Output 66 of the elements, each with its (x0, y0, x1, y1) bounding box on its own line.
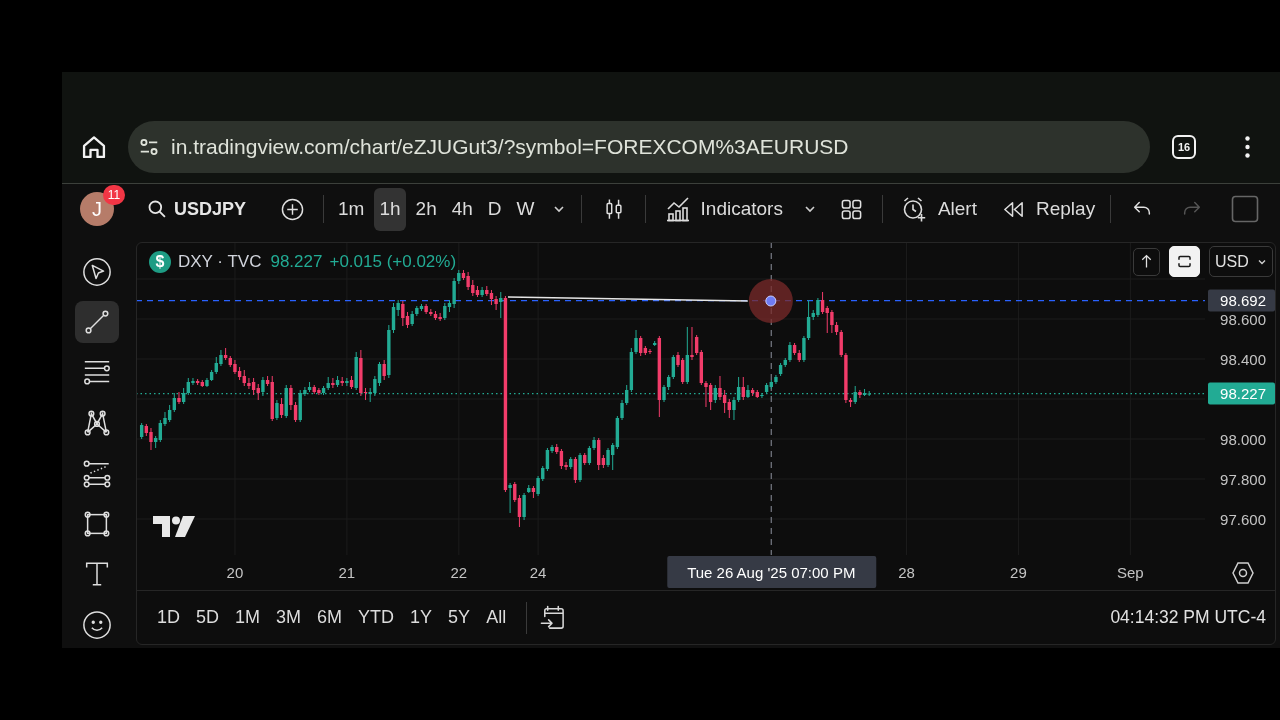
scroll-button[interactable] (1133, 247, 1160, 276)
timeframe-tab[interactable]: D (482, 187, 507, 231)
fit-screen-icon (1176, 253, 1193, 270)
settings-icon[interactable] (1232, 562, 1254, 584)
price-label: 98.600 (1220, 310, 1266, 328)
date-label: Sep (1117, 563, 1144, 581)
timeframe-tab[interactable]: 2h (410, 187, 442, 231)
plus-circle-icon[interactable] (281, 197, 305, 221)
symbol-search-button[interactable]: USDJPY (138, 189, 256, 229)
site-settings-icon[interactable] (138, 136, 160, 158)
symbol-title[interactable]: DXY · TVC (178, 252, 262, 272)
bar-chart-icon (664, 196, 691, 222)
clock-time: 04:14:32 PM UTC-4 (1110, 607, 1266, 628)
price-label: 98.400 (1220, 350, 1266, 368)
date-label: 22 (450, 563, 468, 581)
calendar-icon[interactable] (539, 604, 567, 631)
range-button[interactable]: 5Y (440, 599, 479, 636)
ref-line-label: 98.227 (1220, 385, 1266, 403)
smiley-icon (82, 609, 112, 640)
timeframe-tab[interactable]: 1m (333, 187, 370, 231)
price-label: 97.800 (1220, 470, 1266, 488)
timeframe-tab[interactable]: W (511, 187, 540, 231)
layout-grid-icon[interactable] (839, 197, 863, 221)
replay-button[interactable]: Replay (997, 189, 1101, 229)
parallel-lines-icon (82, 458, 112, 489)
address-bar[interactable]: in.tradingview.com/chart/eZJUGut3/?symbol=FOREXCOM%3AEURUSD (128, 121, 1150, 173)
time-axis-label: Tue 26 Aug '25 07:00 PM (667, 556, 877, 588)
timeframe-tab[interactable]: 1h (374, 187, 406, 231)
range-button[interactable]: 1D (149, 599, 188, 636)
tab-count-button[interactable]: 16 (1172, 135, 1196, 159)
date-label: 21 (338, 563, 356, 581)
drawing-tool-button[interactable] (75, 301, 119, 344)
auto-scale-button[interactable] (1169, 246, 1200, 277)
range-button[interactable]: 1M (227, 599, 269, 636)
indicators-button[interactable]: Indicators (659, 189, 788, 229)
x-tick-label: Tue 26 Aug '25 07:00 PM (687, 563, 856, 581)
range-button[interactable]: 5D (188, 599, 228, 636)
logo-icon (153, 516, 195, 537)
search-icon (147, 199, 167, 219)
currency-icon: $ (149, 251, 171, 273)
date-label: 20 (226, 563, 244, 581)
price-change: +0.015 (+0.02%) (329, 252, 457, 272)
home-icon[interactable] (80, 133, 108, 161)
drag-handle-icon[interactable] (749, 278, 794, 323)
range-button[interactable]: 6M (309, 599, 351, 636)
date-label: 28 (898, 563, 915, 581)
price-label: 97.600 (1220, 510, 1266, 528)
range-button[interactable]: 3M (268, 599, 310, 636)
trend-line-drawing[interactable] (507, 295, 749, 302)
date-label: 24 (529, 563, 547, 581)
range-button[interactable]: All (478, 599, 515, 636)
currency-dropdown[interactable]: USD (1209, 246, 1273, 277)
range-button[interactable]: 1Y (402, 599, 441, 636)
more-menu-icon[interactable] (1244, 136, 1251, 158)
date-label: 29 (1010, 563, 1027, 581)
price-label: 98.000 (1220, 430, 1266, 448)
range-button[interactable]: YTD (350, 599, 403, 636)
last-price: 98.227 (270, 252, 323, 272)
ref-line-label: 98.692 (1220, 292, 1266, 310)
price-axis-label: 98.692 (1208, 289, 1275, 312)
timeframe-tab[interactable]: 4h (446, 187, 478, 231)
price-axis-label: 98.227 (1208, 382, 1275, 405)
cursor-icon (82, 257, 112, 287)
square-icon[interactable] (1231, 195, 1260, 223)
alert-button[interactable]: Alert (895, 189, 982, 229)
notification-count: 11 (103, 185, 125, 205)
